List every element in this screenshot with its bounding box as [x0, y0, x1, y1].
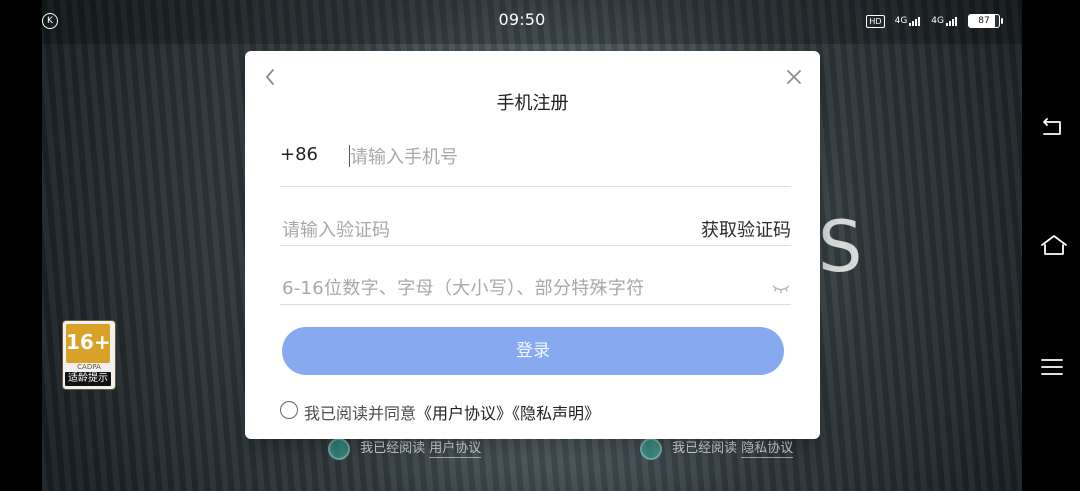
agreement-row: 我已阅读并同意《用户协议》《隐私声明》 [280, 400, 780, 423]
chevron-left-icon [266, 69, 274, 85]
menu-icon [1041, 359, 1063, 375]
age-rating-org: CADPA [77, 363, 101, 371]
navigation-bar [1022, 0, 1080, 491]
password-input[interactable] [280, 274, 754, 302]
phone-registration-dialog: 手机注册 +86 获取验证码 登录 我已阅读并同意《用户协议》《隐私声明》 [245, 51, 820, 439]
signal-icon-1: 4G [895, 16, 922, 26]
back-icon [1043, 118, 1061, 135]
verification-code-row: 获取验证码 [280, 209, 791, 246]
home-nav-button[interactable] [1040, 233, 1067, 257]
password-row [280, 266, 791, 305]
status-icons: HD 4G 4G 87 [866, 14, 1003, 28]
dialog-title: 手机注册 [496, 93, 569, 114]
agreement-checkbox[interactable] [280, 401, 298, 419]
background-user-agreement-check[interactable]: 我已经阅读 用户协议 [328, 437, 482, 460]
close-icon [787, 70, 801, 84]
user-agreement-link[interactable]: 《用户协议》 [416, 404, 512, 423]
age-rating-value: 16+ [66, 324, 111, 363]
background-logo-letter: S [818, 206, 863, 288]
back-nav-button[interactable] [1040, 116, 1064, 140]
signal-bars-2 [946, 16, 958, 26]
battery-icon: 87 [968, 14, 1003, 28]
phone-row: +86 [280, 134, 791, 187]
verification-code-input[interactable] [280, 216, 664, 244]
agreement-prefix: 我已阅读并同意 [304, 404, 417, 423]
hd-icon: HD [866, 14, 885, 28]
login-button[interactable]: 登录 [282, 327, 784, 375]
country-code[interactable]: +86 [280, 144, 318, 165]
eye-closed-icon [772, 285, 790, 294]
dialog-back-button[interactable] [263, 68, 277, 86]
background-privacy-link[interactable]: 隐私协议 [741, 441, 794, 458]
age-rating-badge: 16+ CADPA 适龄提示 [62, 320, 116, 390]
age-rating-label: 适龄提示 [65, 372, 111, 386]
get-verification-code-button[interactable]: 获取验证码 [701, 216, 791, 242]
agreement-text: 我已阅读并同意《用户协议》《隐私声明》 [304, 400, 600, 424]
password-visibility-toggle[interactable] [771, 280, 791, 294]
menu-nav-button[interactable] [1040, 355, 1064, 379]
phone-input[interactable] [348, 142, 772, 172]
signal-icon-2: 4G [931, 16, 958, 26]
home-icon [1041, 235, 1067, 255]
background-check-2-prefix: 我已经阅读 [672, 441, 738, 456]
background-check-circle-2[interactable] [640, 437, 662, 460]
dialog-close-button[interactable] [786, 69, 802, 85]
signal-bars-1 [909, 16, 921, 26]
background-user-agreement-link[interactable]: 用户协议 [429, 441, 482, 458]
status-bar: K 09:50 HD 4G 4G 87 [0, 0, 1022, 44]
background-privacy-agreement-check[interactable]: 我已经阅读 隐私协议 [640, 437, 794, 460]
background-check-1-prefix: 我已经阅读 [360, 441, 426, 456]
background-check-circle-1[interactable] [328, 437, 350, 460]
battery-level: 87 [978, 16, 990, 26]
privacy-statement-link[interactable]: 《隐私声明》 [512, 404, 600, 423]
